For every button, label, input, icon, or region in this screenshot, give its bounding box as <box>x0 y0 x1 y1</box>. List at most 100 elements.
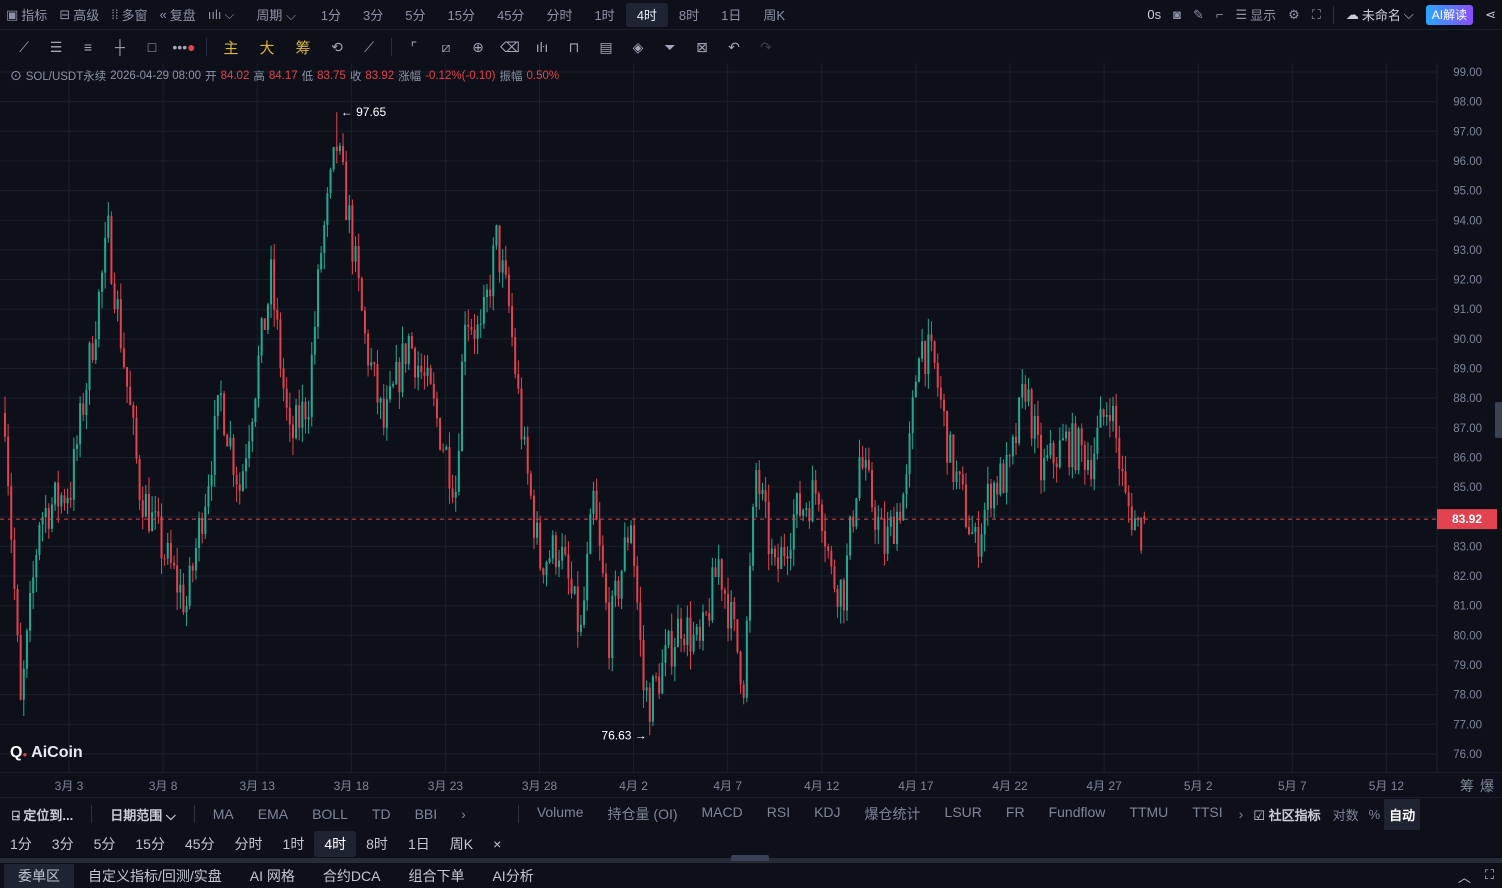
sub-indicator[interactable]: Fundflow <box>1037 804 1118 824</box>
bottom-tab[interactable]: 组合下单 <box>394 864 478 888</box>
period-button[interactable]: 4时 <box>314 831 357 857</box>
main-indicator-ema[interactable]: EMA <box>246 806 300 822</box>
line-tool-icon[interactable]: ⟋ <box>8 33 40 61</box>
main-chart-toggle[interactable]: 主 <box>213 33 249 61</box>
period-button[interactable]: 1分 <box>0 831 42 857</box>
community-indicators-button[interactable]: ☑ 社区指标 <box>1247 805 1326 824</box>
period-tab[interactable]: 45分 <box>486 3 535 27</box>
candlestick-chart[interactable]: 99.00 98.00 97.00 96.00 95.00 94.00 93.00 92.00… <box>0 63 1502 772</box>
advanced-menu[interactable]: ⊟ 高级 <box>53 3 105 27</box>
bottom-tab[interactable]: 合约DCA <box>309 864 395 888</box>
auto-scale-toggle[interactable]: 自动 <box>1384 798 1421 830</box>
sub-indicator[interactable]: FR <box>994 804 1037 824</box>
period-tab[interactable]: 15分 <box>437 3 486 27</box>
period-button[interactable]: 15分 <box>125 831 175 857</box>
side-panel-handle[interactable] <box>1495 402 1502 438</box>
redo-icon[interactable]: ↷ <box>750 33 782 61</box>
period-tab[interactable]: 3分 <box>352 3 394 27</box>
undo-icon[interactable]: ↶ <box>718 33 750 61</box>
locate-button[interactable]: ⍈ 定位到... <box>0 805 85 824</box>
period-button[interactable]: 分时 <box>225 831 273 857</box>
fib-icon[interactable]: ≡ <box>72 33 104 61</box>
expand-panel-icon[interactable]: ⛶ <box>1485 867 1494 886</box>
more-tools-icon[interactable]: ••• ● <box>168 33 200 61</box>
pencil-icon[interactable]: ✎ <box>1187 3 1210 27</box>
period-tab[interactable]: 8时 <box>668 3 710 27</box>
bottom-tab[interactable]: 自定义指标/回测/实盘 <box>74 864 236 888</box>
indicator-menu[interactable]: ▣ 指标 <box>0 3 53 27</box>
ai-read-button[interactable]: AI解读 <box>1425 4 1474 25</box>
ruler-icon[interactable]: ⧄ <box>430 33 462 61</box>
period-button[interactable]: 45分 <box>175 831 225 857</box>
rectangle-icon[interactable]: □ <box>136 33 168 61</box>
candle-type-menu[interactable]: ıılı ⌵ <box>202 3 241 27</box>
sub-indicator[interactable]: TTMU <box>1117 804 1180 824</box>
hide-icon[interactable]: ◈ <box>622 33 654 61</box>
sub-indicator[interactable]: Volume <box>525 804 596 824</box>
date-axis[interactable]: 3月 3 3月 8 3月 13 3月 18 3月 23 3月 28 4月 2 4月 7 4月 1… <box>0 772 1502 796</box>
note-icon[interactable]: ▤ <box>590 33 622 61</box>
period-menu[interactable]: 周期 ⌵ <box>250 3 301 27</box>
sync-draw-icon[interactable]: ⟲ <box>321 33 353 61</box>
trash-icon[interactable]: ⊠ <box>686 33 718 61</box>
period-tab[interactable]: 1分 <box>310 3 352 27</box>
share-icon[interactable]: ⋖ <box>1479 3 1502 27</box>
sub-indicator[interactable]: TTSI <box>1180 804 1234 824</box>
filter-icon[interactable]: ⏷ <box>654 33 686 61</box>
collapse-icon[interactable]: ⊙ <box>10 67 22 84</box>
period-button[interactable]: 8时 <box>356 831 398 857</box>
period-tab[interactable]: 5分 <box>394 3 436 27</box>
main-indicator-boll[interactable]: BOLL <box>300 806 360 822</box>
camera-icon[interactable]: ◙ <box>1167 3 1187 27</box>
period-button[interactable]: 5分 <box>84 831 126 857</box>
close-period-bar-icon[interactable]: × <box>483 831 511 857</box>
chips-toggle[interactable]: 筹 <box>285 33 321 61</box>
bookmark-icon[interactable]: ⌜ <box>398 33 430 61</box>
period-tab[interactable]: 1时 <box>583 3 625 27</box>
collapse-up-icon[interactable]: ︿ <box>1458 867 1471 886</box>
big-orders-toggle[interactable]: 大 <box>249 33 285 61</box>
date-range-button[interactable]: 日期范围 ⌵ <box>98 805 187 824</box>
layout-menu[interactable]: ☁ 未命名 ⌵ <box>1340 3 1420 27</box>
period-button[interactable]: 周K <box>440 831 483 857</box>
more-sub-icon[interactable]: › <box>1235 806 1248 822</box>
replay-menu[interactable]: «复盘 <box>153 3 201 27</box>
period-tab[interactable]: 周K <box>752 3 796 27</box>
main-indicator-ma[interactable]: MA <box>201 806 246 822</box>
sub-indicator[interactable]: MACD <box>690 804 755 824</box>
eraser-icon[interactable]: ⌫ <box>494 33 526 61</box>
sub-indicator[interactable]: RSI <box>755 804 802 824</box>
more-main-icon[interactable]: › <box>449 806 478 822</box>
lock-icon[interactable]: ⊓ <box>558 33 590 61</box>
bottom-tab[interactable]: 委单区 <box>4 864 74 888</box>
sub-indicator[interactable]: 爆仓统计 <box>853 804 933 824</box>
main-indicator-bbi[interactable]: BBI <box>403 806 450 822</box>
display-menu[interactable]: ☰ 显示 <box>1229 3 1282 27</box>
sub-indicator[interactable]: KDJ <box>802 804 852 824</box>
liquidation-axis-button[interactable]: 爆 <box>1480 776 1494 796</box>
period-button[interactable]: 3分 <box>42 831 84 857</box>
settings-icon[interactable]: ⚙ <box>1282 3 1306 27</box>
candles-icon[interactable]: ıŀı <box>526 33 558 61</box>
log-scale-toggle[interactable]: 对数 <box>1327 805 1365 824</box>
main-indicator-td[interactable]: TD <box>360 806 403 822</box>
magnet-icon[interactable]: ⟋ <box>353 33 385 61</box>
period-button[interactable]: 1日 <box>398 831 440 857</box>
bottom-tab[interactable]: AI分析 <box>478 864 547 888</box>
sub-indicator[interactable]: LSUR <box>933 804 994 824</box>
bottom-tab[interactable]: AI 网格 <box>236 864 309 888</box>
fullscreen-icon[interactable]: ⛶ <box>1306 3 1327 27</box>
chips-axis-button[interactable]: 筹 <box>1460 776 1474 796</box>
zoom-icon[interactable]: ⊕ <box>462 33 494 61</box>
period-tab[interactable]: 1日 <box>710 3 752 27</box>
horizontal-line-icon[interactable]: ┼ <box>104 33 136 61</box>
period-tab[interactable]: 分时 <box>535 3 583 27</box>
template-icon[interactable]: ⌐ <box>1210 3 1230 27</box>
percent-scale-toggle[interactable]: % <box>1365 807 1385 822</box>
parallel-line-icon[interactable]: ☰ <box>40 33 72 61</box>
multi-window-menu[interactable]: ⁞⁞ 多窗 <box>105 3 153 27</box>
panel-resize-handle[interactable] <box>731 855 769 861</box>
period-tab[interactable]: 4时 <box>625 2 668 27</box>
sub-indicator[interactable]: 持仓量 (OI) <box>596 804 690 824</box>
period-button[interactable]: 1时 <box>273 831 315 857</box>
